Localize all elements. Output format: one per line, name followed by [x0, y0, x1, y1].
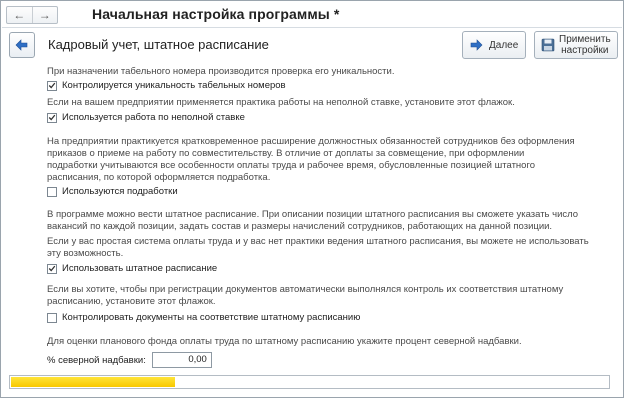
north-bonus-input[interactable]: 0,00	[151, 352, 212, 368]
simple-pay-description-line-1: Если у вас простая система оплаты труда …	[47, 236, 589, 247]
control-description-line-1: Если вы хотите, чтобы при регистрации до…	[47, 284, 564, 295]
nav-forward-button[interactable]: →	[31, 7, 58, 23]
apply-label-line1: Применить	[559, 34, 611, 45]
tabnum-description: При назначении табельного номера произво…	[47, 66, 395, 77]
parttime-label: Используется работа по неполной ставке	[62, 112, 245, 123]
control-docs-checkbox[interactable]	[47, 312, 57, 323]
parttime-checkbox-row[interactable]: Используется работа по неполной ставке	[47, 112, 245, 123]
north-bonus-description: Для оценки планового фонда оплаты труда …	[47, 336, 522, 347]
checkmark-icon	[48, 114, 56, 121]
parttime-description: Если на вашем предприятии применяется пр…	[47, 97, 515, 108]
control-docs-label: Контролировать документы на соответствие…	[62, 312, 361, 323]
window-title: Начальная настройка программы *	[92, 6, 340, 22]
tabnum-unique-checkbox[interactable]	[47, 80, 57, 91]
navigation-buttons: ← →	[6, 6, 58, 24]
staff-schedule-description-line-2: вакансий по каждой позиции, задать соста…	[47, 221, 553, 232]
tabnum-unique-checkbox-row[interactable]: Контролируется уникальность табельных но…	[47, 80, 286, 91]
back-button[interactable]	[9, 32, 35, 58]
progress-fill	[11, 377, 175, 387]
checkmark-icon	[48, 265, 56, 272]
staff-schedule-checkbox-row[interactable]: Использовать штатное расписание	[47, 263, 217, 274]
extra-work-checkbox-row[interactable]: Используются подработки	[47, 186, 178, 197]
staff-schedule-checkbox[interactable]	[47, 263, 57, 274]
next-button-label: Далее	[489, 39, 519, 51]
window-frame: ← → Начальная настройка программы * Кадр…	[0, 0, 624, 398]
save-icon	[541, 38, 555, 52]
extra-work-label: Используются подработки	[62, 186, 178, 197]
next-button[interactable]: Далее	[462, 31, 526, 59]
control-docs-checkbox-row[interactable]: Контролировать документы на соответствие…	[47, 312, 360, 323]
north-bonus-label: % северной надбавки:	[47, 354, 146, 366]
extra-work-description-line-1: На предприятии практикуется кратковремен…	[47, 136, 575, 147]
parttime-checkbox[interactable]	[47, 112, 57, 123]
arrow-right-icon	[470, 39, 483, 51]
north-bonus-field-row: % северной надбавки: 0,00	[47, 352, 212, 368]
extra-work-description-line-4: расписания, по которой оформляется подра…	[47, 172, 271, 183]
page-header: Кадровый учет, штатное расписание Далее …	[2, 28, 622, 64]
tabnum-unique-label: Контролируется уникальность табельных но…	[62, 80, 286, 91]
apply-settings-button[interactable]: Применить настройки	[534, 31, 618, 59]
page-title: Кадровый учет, штатное расписание	[48, 37, 269, 52]
simple-pay-description-line-2: эту возможность.	[47, 248, 124, 259]
staff-schedule-label: Использовать штатное расписание	[62, 263, 218, 274]
apply-settings-label: Применить настройки	[559, 34, 611, 56]
checkmark-icon	[48, 82, 56, 89]
apply-label-line2: настройки	[561, 45, 609, 56]
extra-work-description-line-2: приказов о приеме на работу по совместит…	[47, 148, 525, 159]
arrow-left-icon	[15, 39, 28, 51]
title-bar: ← → Начальная настройка программы *	[2, 2, 622, 26]
progress-bar	[9, 375, 610, 389]
nav-back-button[interactable]: ←	[7, 7, 32, 23]
control-description-line-2: расписанию, установите этот флажок.	[47, 296, 216, 307]
extra-work-description-line-3: подработки учитываются все особенности о…	[47, 160, 535, 171]
staff-schedule-description-line-1: В программе можно вести штатное расписан…	[47, 209, 579, 220]
extra-work-checkbox[interactable]	[47, 186, 57, 197]
